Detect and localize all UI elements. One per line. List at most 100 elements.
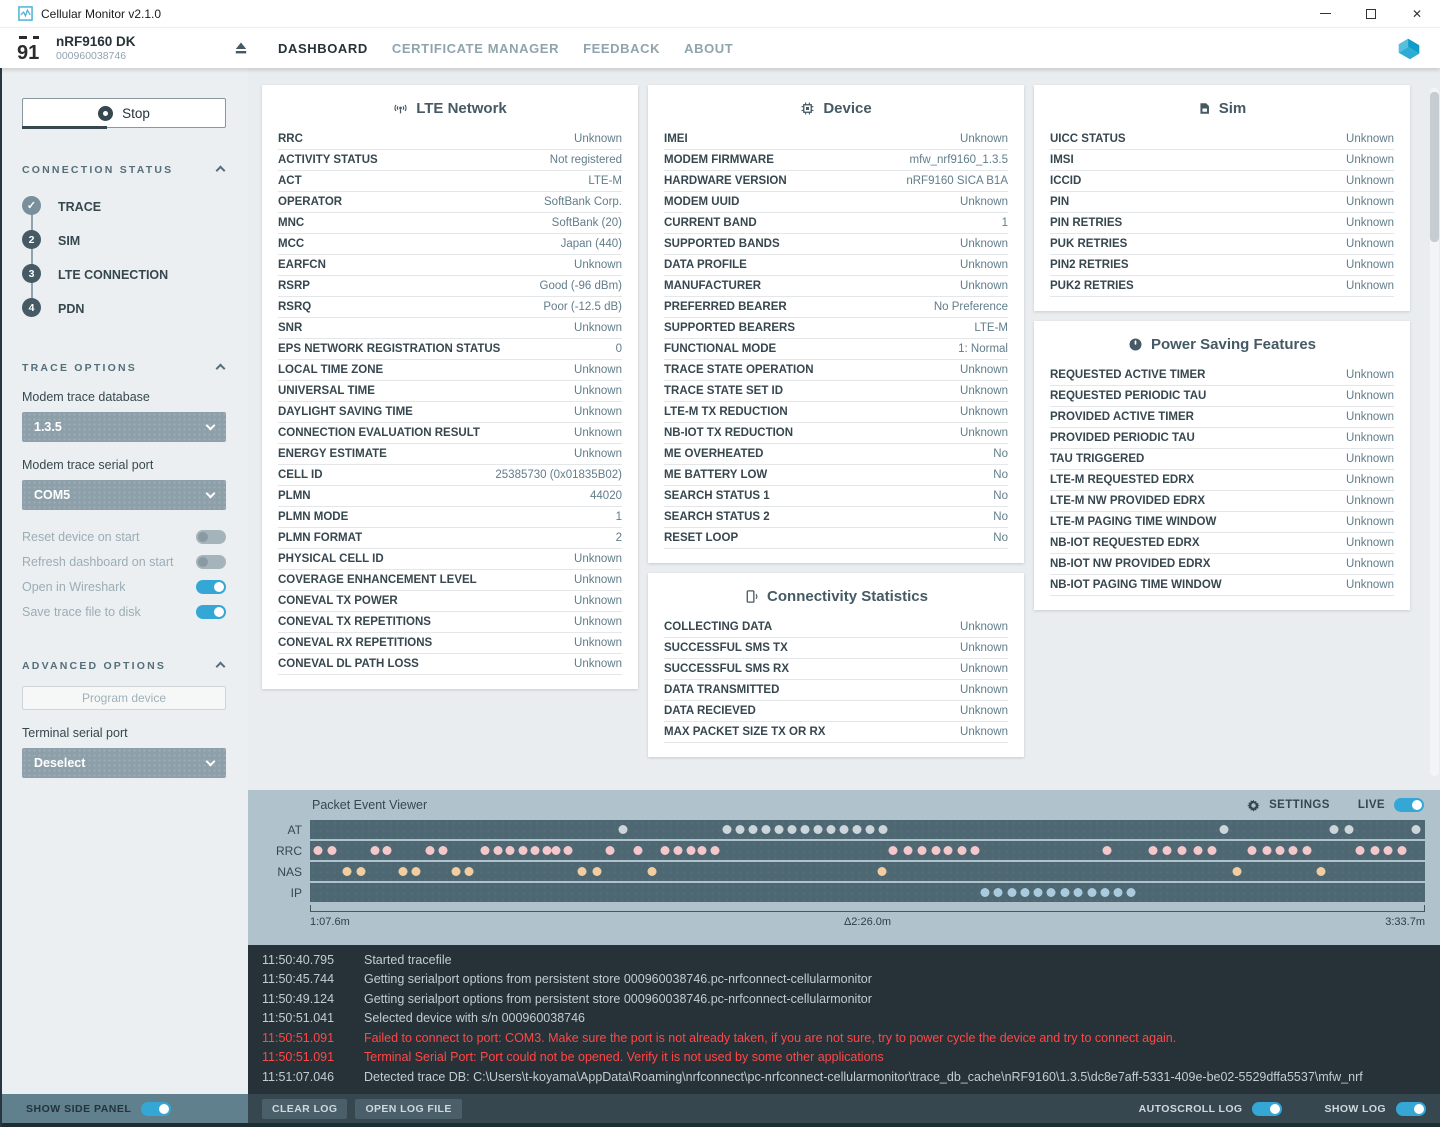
packet-event-dot[interactable] [1412,825,1421,834]
packet-event-dot[interactable] [481,846,490,855]
packet-event-dot[interactable] [775,825,784,834]
packet-event-dot[interactable] [1020,888,1029,897]
packet-event-dot[interactable] [1074,888,1083,897]
packet-event-dot[interactable] [633,846,642,855]
packet-event-dot[interactable] [1008,888,1017,897]
packet-event-dot[interactable] [398,867,407,876]
packet-event-dot[interactable] [1100,888,1109,897]
packet-event-dot[interactable] [660,846,669,855]
packet-event-dot[interactable] [592,867,601,876]
packet-event-dot[interactable] [980,888,989,897]
packet-event-dot[interactable] [918,846,927,855]
tab-certificate-manager[interactable]: CERTIFICATE MANAGER [392,41,559,56]
packet-event-dot[interactable] [970,846,979,855]
packet-event-dot[interactable] [494,846,503,855]
reset-device-on-start-toggle[interactable] [196,530,226,544]
packet-event-dot[interactable] [648,867,657,876]
live-toggle[interactable] [1394,798,1424,812]
stop-button[interactable]: Stop [22,98,226,128]
packet-event-dot[interactable] [1356,846,1365,855]
packet-event-dot[interactable] [1148,846,1157,855]
packet-event-dot[interactable] [877,867,886,876]
packet-event-dot[interactable] [465,867,474,876]
packet-event-dot[interactable] [748,825,757,834]
packet-event-dot[interactable] [879,825,888,834]
autoscroll-log-toggle[interactable] [1252,1102,1282,1116]
packet-event-dot[interactable] [1103,846,1112,855]
show-side-panel-toggle[interactable] [141,1102,171,1116]
packet-event-dot[interactable] [1345,825,1354,834]
packet-event-dot[interactable] [787,825,796,834]
tab-dashboard[interactable]: DASHBOARD [278,41,368,56]
packet-event-dot[interactable] [1370,846,1379,855]
eject-device-button[interactable] [224,28,258,68]
timeline-track-ip[interactable] [310,883,1425,902]
tab-feedback[interactable]: FEEDBACK [583,41,660,56]
packet-event-dot[interactable] [958,846,967,855]
packet-event-dot[interactable] [698,846,707,855]
packet-event-dot[interactable] [723,825,732,834]
packet-event-dot[interactable] [1329,825,1338,834]
scrollbar-thumb[interactable] [1430,92,1439,242]
device-selector[interactable]: 91 nRF9160 DK 000960038746 [0,28,224,68]
program-device-button[interactable]: Program device [22,686,226,710]
packet-event-dot[interactable] [382,846,391,855]
packet-event-dot[interactable] [1087,888,1096,897]
packet-event-dot[interactable] [993,888,1002,897]
dashboard-scrollbar[interactable] [1430,88,1439,776]
advanced-options-section-header[interactable]: ADVANCED OPTIONS [22,660,226,672]
packet-event-dot[interactable] [931,846,940,855]
close-button[interactable]: ✕ [1394,0,1440,28]
packet-event-dot[interactable] [1302,846,1311,855]
packet-event-dot[interactable] [1262,846,1271,855]
packet-event-dot[interactable] [1163,846,1172,855]
tab-about[interactable]: ABOUT [684,41,733,56]
packet-event-dot[interactable] [578,867,587,876]
packet-event-dot[interactable] [1177,846,1186,855]
packet-event-dot[interactable] [605,846,614,855]
packet-event-dot[interactable] [687,846,696,855]
modem-trace-database-select[interactable]: 1.3.5 [22,412,226,442]
packet-event-dot[interactable] [1060,888,1069,897]
packet-event-dot[interactable] [801,825,810,834]
open-in-wireshark-toggle[interactable] [196,580,226,594]
packet-event-dot[interactable] [1317,867,1326,876]
packet-event-dot[interactable] [452,867,461,876]
packet-event-dot[interactable] [1289,846,1298,855]
packet-event-dot[interactable] [1248,846,1257,855]
packet-event-dot[interactable] [1397,846,1406,855]
packet-event-dot[interactable] [673,846,682,855]
packet-event-dot[interactable] [710,846,719,855]
settings-button[interactable]: SETTINGS [1269,799,1330,811]
packet-event-dot[interactable] [1034,888,1043,897]
clear-log-button[interactable]: CLEAR LOG [262,1099,347,1119]
packet-event-dot[interactable] [1047,888,1056,897]
packet-event-dot[interactable] [943,846,952,855]
terminal-serial-port-select[interactable]: Deselect [22,748,226,778]
packet-event-dot[interactable] [1126,888,1135,897]
packet-event-dot[interactable] [736,825,745,834]
packet-event-dot[interactable] [1114,888,1123,897]
packet-event-dot[interactable] [328,846,337,855]
timeline-track-at[interactable] [310,820,1425,839]
packet-event-dot[interactable] [1384,846,1393,855]
packet-event-dot[interactable] [552,846,561,855]
packet-event-dot[interactable] [1193,846,1202,855]
timeline-track-nas[interactable] [310,862,1425,881]
packet-event-dot[interactable] [1220,825,1229,834]
packet-event-dot[interactable] [370,846,379,855]
packet-event-dot[interactable] [313,846,322,855]
refresh-dashboard-on-start-toggle[interactable] [196,555,226,569]
packet-event-dot[interactable] [1232,867,1241,876]
connection-status-section-header[interactable]: CONNECTION STATUS [22,164,226,176]
minimize-button[interactable] [1302,0,1348,28]
packet-event-dot[interactable] [889,846,898,855]
trace-options-section-header[interactable]: TRACE OPTIONS [22,362,226,374]
save-trace-file-to-disk-toggle[interactable] [196,605,226,619]
show-log-toggle[interactable] [1396,1102,1426,1116]
packet-event-dot[interactable] [411,867,420,876]
packet-event-dot[interactable] [543,846,552,855]
packet-event-dot[interactable] [505,846,514,855]
packet-event-dot[interactable] [438,846,447,855]
packet-event-dot[interactable] [814,825,823,834]
